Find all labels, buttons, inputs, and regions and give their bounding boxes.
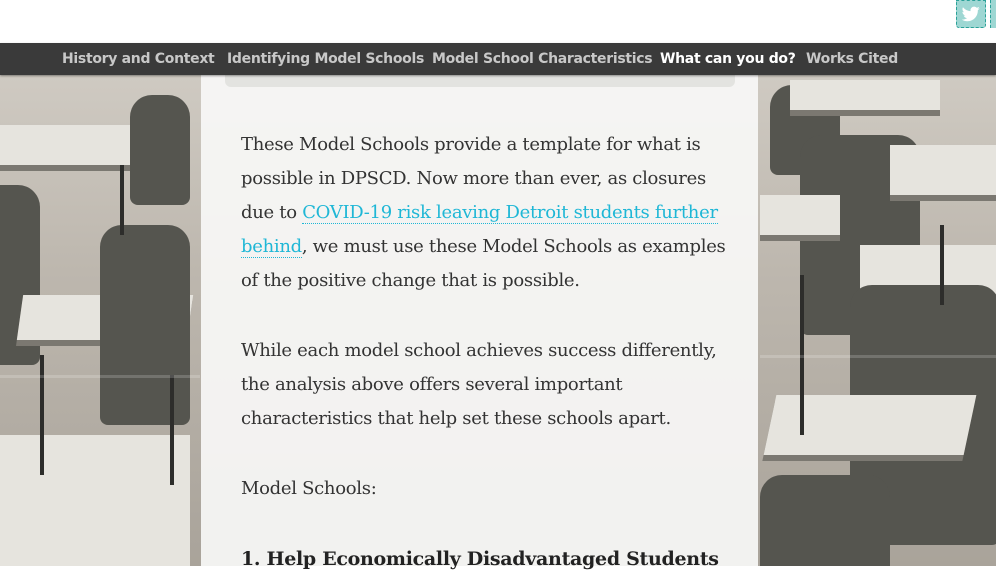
panel-top-tab — [225, 75, 735, 87]
nav-item-characteristics[interactable]: Model School Characteristics — [432, 51, 653, 67]
heading-economically-disadvantaged: 1. Help Economically Disadvantaged Stude… — [241, 548, 719, 570]
twitter-icon — [962, 6, 980, 22]
paragraph-analysis-summary: While each model school achieves success… — [241, 340, 717, 429]
paragraph-model-schools-template: These Model Schools provide a template f… — [241, 134, 726, 291]
paragraph-model-schools-label: Model Schools: — [241, 478, 377, 499]
share-button-partial[interactable] — [990, 0, 996, 28]
nav-item-identifying[interactable]: Identifying Model Schools — [227, 51, 424, 67]
twitter-share-button[interactable] — [956, 0, 986, 28]
nav-item-history[interactable]: History and Context — [62, 51, 215, 67]
main-navigation: History and Context Identifying Model Sc… — [0, 43, 996, 75]
nav-item-works-cited[interactable]: Works Cited — [806, 51, 898, 67]
article-content: These Model Schools provide a template f… — [241, 128, 731, 576]
top-header-bar — [0, 0, 996, 43]
nav-item-what-can-you-do[interactable]: What can you do? — [660, 51, 796, 67]
